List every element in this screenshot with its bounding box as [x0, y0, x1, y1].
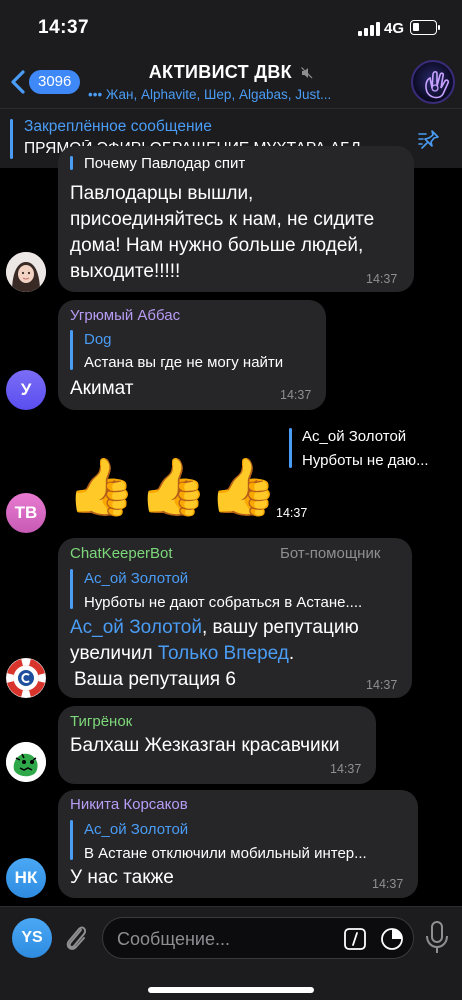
- avatar[interactable]: НК: [6, 858, 46, 898]
- group-avatar[interactable]: [411, 60, 455, 104]
- battery-level: [413, 23, 419, 31]
- avatar[interactable]: ТВ: [6, 493, 46, 533]
- message-fragment: , вашу репутацию: [201, 617, 359, 638]
- reply-author: Dog: [84, 331, 112, 348]
- message-input-bar: YS Сообщение...: [0, 906, 462, 1000]
- chat-title-text: АКТИВИСТ ДВК: [148, 62, 292, 82]
- message-line: Ваша репутация 6: [74, 669, 236, 690]
- message-line: увеличил Только Вперед.: [70, 641, 410, 667]
- sender-role: Бот-помощник: [280, 545, 381, 562]
- message-input[interactable]: Сообщение...: [102, 917, 414, 959]
- message-time: 14:37: [366, 272, 398, 286]
- user-mention-link[interactable]: Только Вперед: [158, 643, 289, 664]
- message-text: Балхаш Жезказган красавчики: [70, 735, 340, 756]
- reply-text: Астана вы где не могу найти: [84, 354, 284, 371]
- message-line: дома! Нам нужно больше людей,: [70, 235, 364, 256]
- chat-title[interactable]: АКТИВИСТ ДВК: [0, 62, 462, 83]
- reply-text: В Астане отключили мобильный интер...: [84, 845, 367, 862]
- reply-text: Нурботы не даю...: [302, 452, 429, 469]
- reply-bar: [70, 569, 73, 609]
- message-input-placeholder: Сообщение...: [117, 929, 230, 949]
- message-line: присоединяйтесь к нам, не сидите: [70, 209, 375, 230]
- reply-bar: [70, 156, 73, 170]
- reply-author: Ас_ой Золотой: [84, 570, 189, 587]
- reply-author: Ас_ой Золотой: [84, 821, 189, 838]
- mute-icon: [301, 67, 313, 79]
- reply-bar: [289, 428, 292, 468]
- network-label: 4G: [384, 20, 405, 37]
- pinned-title: Закреплённое сообщение: [24, 118, 212, 135]
- chat-header: 3096 АКТИВИСТ ДВК ••• Жан, Alphavite, Ше…: [0, 56, 462, 108]
- status-time: 14:37: [38, 17, 90, 38]
- message-time: 14:37: [366, 678, 398, 692]
- status-bar: 14:37 4G: [0, 0, 462, 56]
- message-fragment: .: [288, 643, 295, 664]
- tiger-sticker-icon: [6, 742, 46, 782]
- message-line: Павлодарцы вышли,: [70, 183, 254, 204]
- emoji-thumbs-up[interactable]: 👍: [66, 452, 136, 522]
- message-time: 14:37: [372, 877, 404, 891]
- home-indicator[interactable]: [148, 987, 314, 993]
- avatar[interactable]: [6, 742, 46, 782]
- message-line: выходите!!!!!: [70, 261, 181, 282]
- message-line: Ас_ой Золотой, вашу репутацию: [70, 615, 410, 641]
- battery-icon: [410, 20, 440, 35]
- avatar[interactable]: [6, 252, 46, 292]
- user-mention-link[interactable]: Ас_ой Золотой: [70, 617, 202, 638]
- microphone-icon[interactable]: [424, 920, 450, 956]
- user-photo-icon: [6, 252, 46, 292]
- reply-bar: [70, 820, 73, 860]
- avatar[interactable]: [6, 658, 46, 698]
- message-text: Акимат: [70, 378, 134, 399]
- message-text: Ас_ой Золотой, вашу репутацию увеличил Т…: [70, 615, 410, 693]
- send-as-avatar[interactable]: YS: [12, 918, 52, 958]
- timer-icon[interactable]: [379, 926, 405, 952]
- commands-icon[interactable]: [343, 927, 367, 951]
- lifebuoy-icon: [6, 658, 46, 698]
- hand-logo-icon: [425, 70, 450, 99]
- message-time: 14:37: [276, 506, 308, 520]
- pinned-list-icon[interactable]: [418, 129, 442, 151]
- message-fragment: увеличил: [70, 643, 158, 664]
- message-time: 14:37: [280, 388, 312, 402]
- message-text: Павлодарцы вышли, присоединяйтесь к нам,…: [70, 181, 410, 285]
- emoji-thumbs-up[interactable]: 👍: [208, 452, 278, 522]
- attach-icon[interactable]: [62, 920, 90, 954]
- pinned-accent-bar: [10, 119, 13, 159]
- avatar[interactable]: У: [6, 370, 46, 410]
- message-text: У нас также: [70, 867, 174, 888]
- signal-icon: [358, 22, 380, 36]
- sender-name[interactable]: Тигрёнок: [70, 713, 132, 730]
- chat-members-subtitle: ••• Жан, Alphavite, Шер, Algabas, Just..…: [88, 87, 332, 102]
- reply-text: Почему Павлодар спит: [84, 155, 246, 172]
- reply-text: Нурботы не дают собраться в Астане....: [84, 594, 363, 611]
- emoji-thumbs-up[interactable]: 👍: [138, 452, 208, 522]
- reply-author: Ас_ой Золотой: [302, 428, 407, 445]
- sender-name[interactable]: Никита Корсаков: [70, 796, 188, 813]
- sender-name[interactable]: Угрюмый Аббас: [70, 307, 180, 324]
- message-time: 14:37: [330, 762, 362, 776]
- reply-bar: [70, 330, 73, 370]
- sender-name[interactable]: ChatKeeperBot: [70, 545, 173, 562]
